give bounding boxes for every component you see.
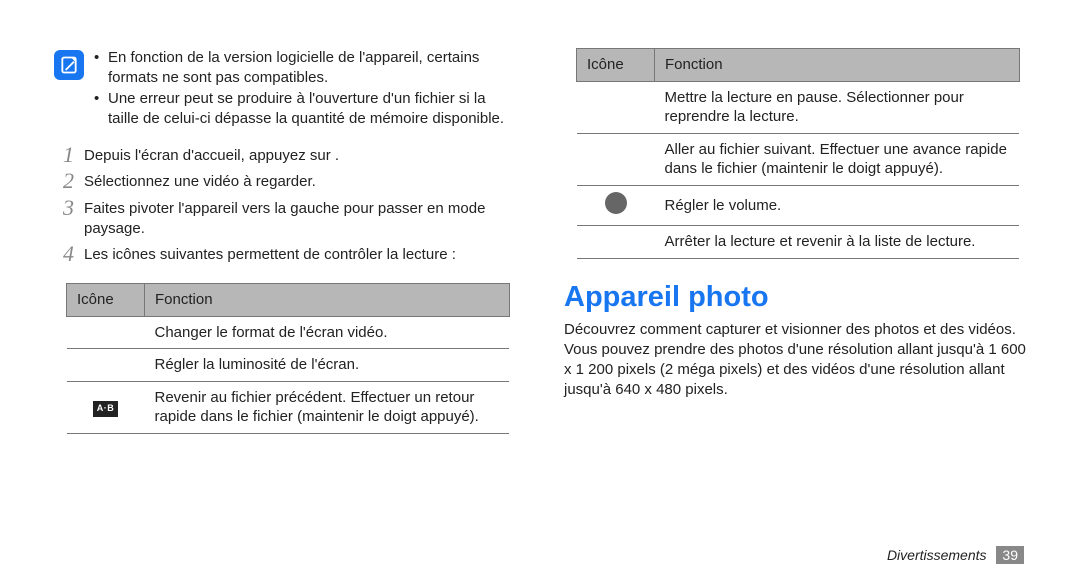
- function-cell: Aller au fichier suivant. Effectuer une …: [655, 133, 1020, 185]
- step: 1 Depuis l'écran d'accueil, appuyez sur .: [54, 144, 516, 166]
- section-body: Découvrez comment capturer et visionner …: [564, 320, 1026, 401]
- volume-icon: [605, 192, 627, 214]
- icon-cell: [577, 133, 655, 185]
- step-text: Faites pivoter l'appareil vers la gauche…: [84, 197, 516, 240]
- table-row: A·B Revenir au fichier précédent. Effect…: [67, 381, 510, 433]
- step-text: Les icônes suivantes permettent de contr…: [84, 243, 516, 265]
- table-row: Aller au fichier suivant. Effectuer une …: [577, 133, 1020, 185]
- table-header-function: Fonction: [655, 49, 1020, 82]
- icon-cell: [67, 349, 145, 382]
- right-column: Icône Fonction Mettre la lecture en paus…: [564, 48, 1026, 434]
- footer-section: Divertissements: [887, 547, 987, 563]
- note-icon: [54, 50, 84, 80]
- step: 2 Sélectionnez une vidéo à regarder.: [54, 170, 516, 192]
- function-cell: Régler la luminosité de l'écran.: [145, 349, 510, 382]
- step-text: Sélectionnez une vidéo à regarder.: [84, 170, 516, 192]
- step: 3Faites pivoter l'appareil vers la gauch…: [54, 197, 516, 240]
- table-row: Régler le volume.: [577, 185, 1020, 226]
- step-text: Depuis l'écran d'accueil, appuyez sur .: [84, 144, 516, 166]
- function-cell: Changer le format de l'écran vidéo.: [145, 316, 510, 349]
- step-number: 2: [54, 170, 74, 192]
- left-column: En fonction de la version logicielle de …: [54, 48, 516, 434]
- table-header-function: Fonction: [145, 284, 510, 317]
- table-row: Régler la luminosité de l'écran.: [67, 349, 510, 382]
- section-heading: Appareil photo: [564, 281, 1026, 314]
- note-item: Une erreur peut se produire à l'ouvertur…: [94, 89, 516, 128]
- icons-table-left: Icône Fonction Changer le format de l'éc…: [66, 283, 510, 434]
- table-header-icon: Icône: [67, 284, 145, 317]
- icon-cell: [577, 226, 655, 259]
- steps-list: 1 Depuis l'écran d'accueil, appuyez sur .…: [54, 144, 516, 265]
- table-header-icon: Icône: [577, 49, 655, 82]
- table-row: Changer le format de l'écran vidéo.: [67, 316, 510, 349]
- page: En fonction de la version logicielle de …: [0, 0, 1080, 434]
- step-number: 1: [54, 144, 74, 166]
- table-row: Mettre la lecture en pause. Sélectionner…: [577, 81, 1020, 133]
- ab-repeat-icon: A·B: [93, 401, 119, 417]
- icon-cell: [67, 316, 145, 349]
- note-box: En fonction de la version logicielle de …: [54, 48, 516, 130]
- icon-cell: A·B: [67, 381, 145, 433]
- note-item: En fonction de la version logicielle de …: [94, 48, 516, 87]
- step-number: 4: [54, 243, 74, 265]
- step: 4 Les icônes suivantes permettent de cont…: [54, 243, 516, 265]
- table-row: Arrêter la lecture et revenir à la liste…: [577, 226, 1020, 259]
- icon-cell: [577, 185, 655, 226]
- note-list: En fonction de la version logicielle de …: [94, 48, 516, 130]
- function-cell: Arrêter la lecture et revenir à la liste…: [655, 226, 1020, 259]
- page-footer: Divertissements 39: [887, 546, 1024, 564]
- function-cell: Régler le volume.: [655, 185, 1020, 226]
- function-cell: Revenir au fichier précédent. Effectuer …: [145, 381, 510, 433]
- icons-table-right: Icône Fonction Mettre la lecture en paus…: [576, 48, 1020, 259]
- step-number: 3: [54, 197, 74, 240]
- icon-cell: [577, 81, 655, 133]
- footer-page-number: 39: [996, 546, 1024, 564]
- function-cell: Mettre la lecture en pause. Sélectionner…: [655, 81, 1020, 133]
